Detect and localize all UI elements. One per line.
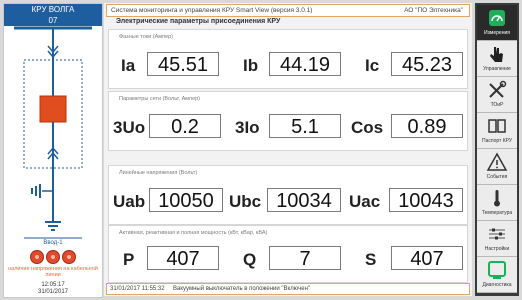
main-menu: Измерения Управление ТОиР Паспорт КРУ Со… xyxy=(475,3,519,296)
value-ubc: 10034 xyxy=(267,188,341,212)
value-s: 407 xyxy=(391,246,463,270)
circuit-breaker-icon xyxy=(39,95,67,123)
hand-icon xyxy=(490,47,503,62)
voltage-indicator-phase-a xyxy=(30,250,44,264)
param-label-ib: Ib xyxy=(243,56,259,75)
clock: 12:05:17 31/01/2017 xyxy=(4,282,102,296)
company-name: АО "ПО Элтехника" xyxy=(404,7,463,14)
value-3io: 5.1 xyxy=(269,114,341,138)
menu-item-events[interactable]: События xyxy=(477,149,517,185)
menu-item-settings[interactable]: Настройки xyxy=(477,221,517,257)
menu-label: Паспорт КРУ xyxy=(481,138,513,144)
page-title: Электрические параметры присоединения КР… xyxy=(116,18,281,25)
switchgear-name: КРУ ВОЛГА xyxy=(31,5,75,14)
app-window: КРУ ВОЛГА 07 Ввод-1 наличие напряжения н… xyxy=(0,0,522,300)
indicator-caption: наличие напряжения на кабельной линии xyxy=(8,266,98,278)
param-label-3uo: 3Uo xyxy=(113,118,146,137)
title-bar: Система мониторинга и управления КРУ Sma… xyxy=(106,4,470,17)
menu-label: Управление xyxy=(483,66,511,72)
value-ia: 45.51 xyxy=(147,52,219,76)
status-message: Вакуумный выключатель в положении "Включ… xyxy=(173,286,311,292)
value-p: 407 xyxy=(147,246,219,270)
line-voltages-group: Линейные напряжения (Вольт) Uab 10050 Ub… xyxy=(108,165,468,225)
value-q: 7 xyxy=(269,246,341,270)
power-group: Активная, реактивная и полная мощность (… xyxy=(108,225,468,283)
measurements-panel: Система мониторинга и управления КРУ Sma… xyxy=(104,3,472,296)
menu-label: Диагностика xyxy=(482,282,512,288)
group-label: Линейные напряжения (Вольт) xyxy=(119,170,198,176)
menu-item-temperature[interactable]: Температура xyxy=(477,185,517,221)
clock-date: 31/01/2017 xyxy=(37,289,69,295)
voltage-indicators xyxy=(4,250,102,266)
group-label: Параметры сети (Вольт, Ампер) xyxy=(119,96,201,102)
menu-item-passport[interactable]: Паспорт КРУ xyxy=(477,113,517,149)
menu-label: Температура xyxy=(481,210,513,216)
single-line-diagram-panel: КРУ ВОЛГА 07 Ввод-1 наличие напряжения н… xyxy=(3,3,103,298)
value-uab: 10050 xyxy=(149,188,223,212)
param-label-uab: Uab xyxy=(113,192,146,211)
menu-item-control[interactable]: Управление xyxy=(477,41,517,77)
param-label-cos: Cos xyxy=(351,118,384,137)
status-bar: 31/01/2017 11:55:32 Вакуумный выключател… xyxy=(106,283,470,295)
gauge-icon xyxy=(489,10,505,26)
group-label: Активная, реактивная и полная мощность (… xyxy=(119,230,268,236)
param-label-ubc: Ubc xyxy=(229,192,262,211)
menu-item-maintenance[interactable]: ТОиР xyxy=(477,77,517,113)
menu-item-diagnostics[interactable]: Диагностика xyxy=(477,257,517,293)
value-cos: 0.89 xyxy=(391,114,463,138)
clock-time: 12:05:17 xyxy=(41,282,65,288)
value-ic: 45.23 xyxy=(391,52,463,76)
single-line-diagram xyxy=(14,26,92,239)
input-label: Ввод-1 xyxy=(43,240,63,246)
thermometer-icon xyxy=(494,190,500,207)
menu-item-measurements[interactable]: Измерения xyxy=(477,5,517,41)
value-3uo: 0.2 xyxy=(149,114,221,138)
phase-currents-group: Фазные токи (Ампер) Ia 45.51 Ib 44.19 Ic… xyxy=(108,29,468,89)
sliders-icon xyxy=(489,228,505,240)
param-label-p: P xyxy=(123,250,135,269)
tools-icon xyxy=(489,80,507,98)
earthing-switch-icon xyxy=(31,184,53,198)
network-params-group: Параметры сети (Вольт, Ампер) 3Uo 0.2 3I… xyxy=(108,91,468,151)
value-uac: 10043 xyxy=(389,188,463,212)
cell-header: КРУ ВОЛГА 07 xyxy=(4,4,102,26)
monitor-icon xyxy=(488,261,506,279)
value-ib: 44.19 xyxy=(269,52,341,76)
menu-label: ТОиР xyxy=(490,102,504,108)
param-label-3io: 3Io xyxy=(235,118,260,137)
menu-label: Измерения xyxy=(484,30,510,36)
voltage-indicator-phase-b xyxy=(46,250,60,264)
group-label: Фазные токи (Ампер) xyxy=(119,34,174,40)
voltage-indicator-phase-c xyxy=(62,250,76,264)
param-label-s: S xyxy=(365,250,377,269)
status-timestamp: 31/01/2017 11:55:32 xyxy=(110,286,165,292)
warning-icon xyxy=(486,152,508,171)
menu-label: События xyxy=(486,174,508,180)
cable-termination-icon xyxy=(45,221,61,231)
menu-label: Настройки xyxy=(484,246,510,252)
param-label-uac: Uac xyxy=(349,192,381,211)
param-label-ic: Ic xyxy=(365,56,380,75)
app-title: Система мониторинга и управления КРУ Sma… xyxy=(111,7,313,14)
param-label-q: Q xyxy=(243,250,257,269)
book-icon xyxy=(488,119,506,133)
cell-number: 07 xyxy=(48,16,58,25)
param-label-ia: Ia xyxy=(121,56,136,75)
